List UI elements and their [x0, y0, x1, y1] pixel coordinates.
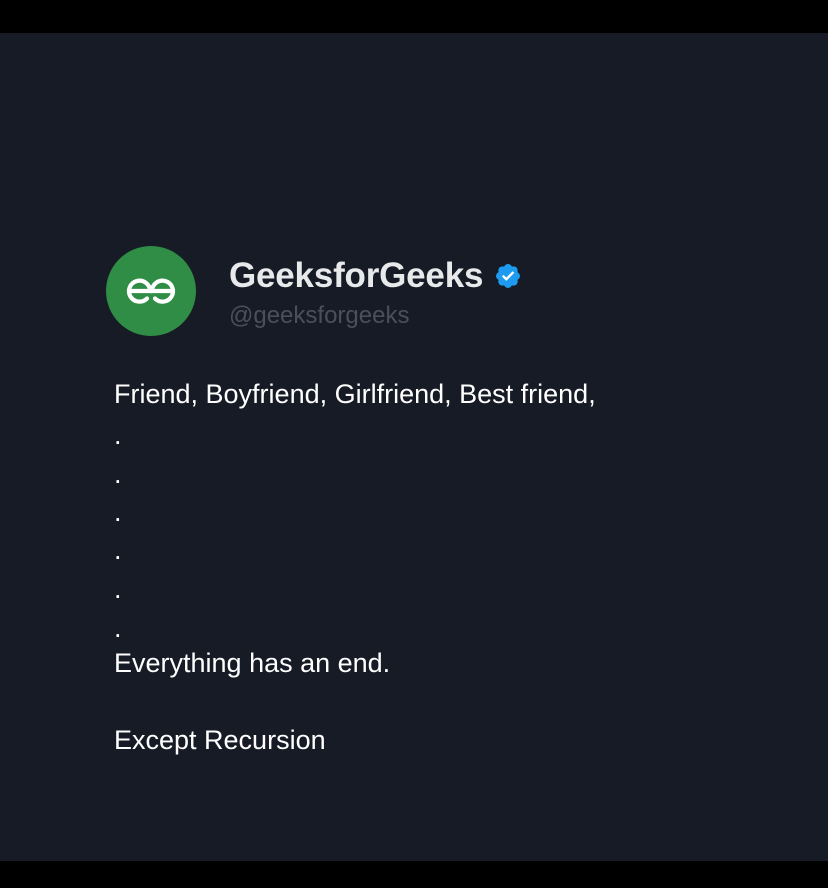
tweet-dot: .: [114, 420, 122, 450]
tweet-line-1: Friend, Boyfriend, Girlfriend, Best frie…: [114, 379, 596, 409]
top-letterbox: [0, 0, 828, 33]
tweet-dot: .: [114, 459, 122, 489]
verified-badge-icon: [494, 262, 522, 290]
tweet-line-2: Everything has an end.: [114, 648, 391, 678]
tweet-dot: .: [114, 574, 122, 604]
tweet-line-3: Except Recursion: [114, 725, 326, 755]
author-handle[interactable]: @geeksforgeeks: [229, 302, 409, 330]
author-display-name[interactable]: GeeksforGeeks: [229, 256, 483, 296]
tweet-dot: .: [114, 613, 122, 643]
bottom-letterbox: [0, 861, 828, 888]
author-name-row: GeeksforGeeks: [229, 254, 522, 298]
tweet-dot: .: [114, 497, 122, 527]
gfg-logo-icon: [126, 278, 176, 304]
avatar[interactable]: [106, 246, 196, 336]
tweet-dot: .: [114, 535, 122, 565]
